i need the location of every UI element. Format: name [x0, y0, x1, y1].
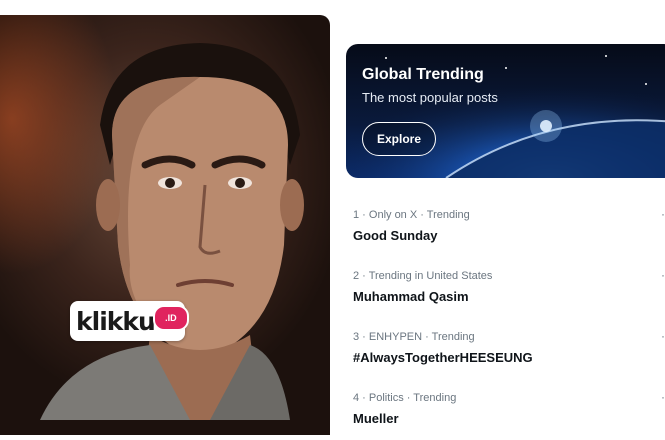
- trend-item[interactable]: 3 · ENHYPEN · Trending #AlwaysTogetherHE…: [353, 330, 665, 379]
- trend-meta: 1 · Only on X · Trending: [353, 209, 470, 221]
- global-trending-subtitle: The most popular posts: [362, 90, 498, 105]
- watermark-badge: .ID: [152, 305, 189, 331]
- earth-glow-image: [346, 44, 665, 178]
- trend-item[interactable]: 4 · Politics · Trending Mueller ·: [353, 391, 665, 440]
- more-dots-icon[interactable]: ·: [657, 391, 665, 406]
- trend-item[interactable]: 2 · Trending in United States Muhammad Q…: [353, 269, 665, 318]
- portrait-illustration: [40, 43, 304, 420]
- more-dots-icon[interactable]: ·: [657, 330, 665, 345]
- news-photo[interactable]: klikku .ID: [0, 15, 330, 435]
- explore-button[interactable]: Explore: [362, 122, 436, 156]
- global-trending-title: Global Trending: [362, 66, 484, 83]
- trend-name[interactable]: Mueller: [353, 411, 665, 426]
- trend-name[interactable]: Good Sunday: [353, 228, 665, 243]
- watermark-word: klikku: [76, 306, 156, 336]
- trend-meta: 4 · Politics · Trending: [353, 392, 457, 404]
- klikku-watermark-logo: klikku .ID: [70, 301, 189, 341]
- trend-name[interactable]: #AlwaysTogetherHEESEUNG: [353, 350, 665, 365]
- more-dots-icon[interactable]: ·: [657, 269, 665, 284]
- more-dots-icon[interactable]: ·: [657, 208, 665, 223]
- trend-name[interactable]: Muhammad Qasim: [353, 289, 665, 304]
- trend-meta: 2 · Trending in United States: [353, 270, 493, 282]
- trend-item[interactable]: 1 · Only on X · Trending Good Sunday ·: [353, 208, 665, 257]
- global-trending-card[interactable]: Global Trending The most popular posts E…: [346, 44, 665, 178]
- trend-meta: 3 · ENHYPEN · Trending: [353, 331, 475, 343]
